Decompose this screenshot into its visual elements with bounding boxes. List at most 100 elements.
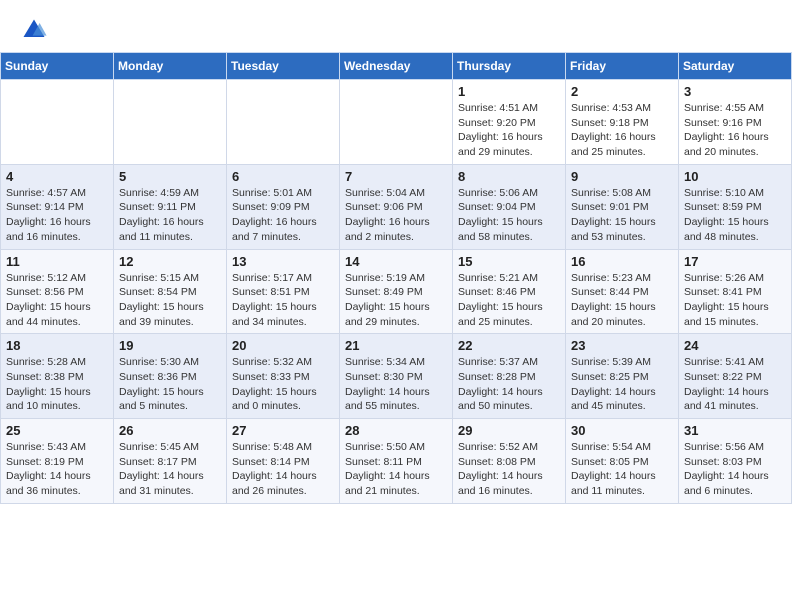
day-number: 13 — [232, 254, 334, 269]
day-number: 25 — [6, 423, 108, 438]
logo — [20, 16, 52, 44]
calendar-cell: 5 Sunrise: 4:59 AM Sunset: 9:11 PM Daylig… — [114, 164, 227, 249]
day-info: Sunrise: 5:28 AM Sunset: 8:38 PM Dayligh… — [6, 355, 108, 414]
day-info: Sunrise: 4:55 AM Sunset: 9:16 PM Dayligh… — [684, 101, 786, 160]
day-number: 9 — [571, 169, 673, 184]
calendar-cell: 29Sunrise: 5:52 AM Sunset: 8:08 PM Dayli… — [453, 419, 566, 504]
day-info: Sunrise: 5:34 AM Sunset: 8:30 PM Dayligh… — [345, 355, 447, 414]
calendar-cell: 1 Sunrise: 4:51 AM Sunset: 9:20 PM Daylig… — [453, 80, 566, 165]
day-number: 2 — [571, 84, 673, 99]
day-number: 21 — [345, 338, 447, 353]
day-info: Sunrise: 5:30 AM Sunset: 8:36 PM Dayligh… — [119, 355, 221, 414]
day-number: 18 — [6, 338, 108, 353]
day-number: 4 — [6, 169, 108, 184]
calendar-cell: 4Sunrise: 4:57 AM Sunset: 9:14 PM Daylig… — [1, 164, 114, 249]
day-number: 28 — [345, 423, 447, 438]
day-info: Sunrise: 5:06 AM Sunset: 9:04 PM Dayligh… — [458, 186, 560, 245]
day-number: 10 — [684, 169, 786, 184]
day-number: 6 — [232, 169, 334, 184]
day-info: Sunrise: 5:04 AM Sunset: 9:06 PM Dayligh… — [345, 186, 447, 245]
day-info: Sunrise: 5:26 AM Sunset: 8:41 PM Dayligh… — [684, 271, 786, 330]
day-number: 29 — [458, 423, 560, 438]
day-info: Sunrise: 5:39 AM Sunset: 8:25 PM Dayligh… — [571, 355, 673, 414]
calendar-cell: 11 Sunrise: 5:12 AM Sunset: 8:56 PM Dayli… — [1, 249, 114, 334]
calendar-cell — [227, 80, 340, 165]
day-number: 1 — [458, 84, 560, 99]
day-number: 17 — [684, 254, 786, 269]
calendar-cell: 21 Sunrise: 5:34 AM Sunset: 8:30 PM Dayli… — [340, 334, 453, 419]
day-info: Sunrise: 4:53 AM Sunset: 9:18 PM Dayligh… — [571, 101, 673, 160]
day-number: 19 — [119, 338, 221, 353]
calendar-cell: 30Sunrise: 5:54 AM Sunset: 8:05 PM Dayli… — [566, 419, 679, 504]
day-info: Sunrise: 5:08 AM Sunset: 9:01 PM Dayligh… — [571, 186, 673, 245]
calendar-cell: 31 Sunrise: 5:56 AM Sunset: 8:03 PM Dayli… — [679, 419, 792, 504]
calendar-week-row: 1 Sunrise: 4:51 AM Sunset: 9:20 PM Daylig… — [1, 80, 792, 165]
calendar-cell: 14 Sunrise: 5:19 AM Sunset: 8:49 PM Dayli… — [340, 249, 453, 334]
day-number: 31 — [684, 423, 786, 438]
day-info: Sunrise: 5:12 AM Sunset: 8:56 PM Dayligh… — [6, 271, 108, 330]
calendar-cell: 22 Sunrise: 5:37 AM Sunset: 8:28 PM Dayli… — [453, 334, 566, 419]
calendar-header-cell: Thursday — [453, 53, 566, 80]
calendar-cell: 15Sunrise: 5:21 AM Sunset: 8:46 PM Dayli… — [453, 249, 566, 334]
calendar-cell — [1, 80, 114, 165]
day-number: 5 — [119, 169, 221, 184]
calendar-cell: 23 Sunrise: 5:39 AM Sunset: 8:25 PM Dayli… — [566, 334, 679, 419]
calendar-cell: 6 Sunrise: 5:01 AM Sunset: 9:09 PM Daylig… — [227, 164, 340, 249]
calendar-cell: 19 Sunrise: 5:30 AM Sunset: 8:36 PM Dayli… — [114, 334, 227, 419]
day-info: Sunrise: 4:51 AM Sunset: 9:20 PM Dayligh… — [458, 101, 560, 160]
calendar-cell: 3 Sunrise: 4:55 AM Sunset: 9:16 PM Daylig… — [679, 80, 792, 165]
day-info: Sunrise: 5:43 AM Sunset: 8:19 PM Dayligh… — [6, 440, 108, 499]
day-info: Sunrise: 5:17 AM Sunset: 8:51 PM Dayligh… — [232, 271, 334, 330]
day-info: Sunrise: 5:10 AM Sunset: 8:59 PM Dayligh… — [684, 186, 786, 245]
calendar-cell: 2 Sunrise: 4:53 AM Sunset: 9:18 PM Daylig… — [566, 80, 679, 165]
calendar-cell: 28 Sunrise: 5:50 AM Sunset: 8:11 PM Dayli… — [340, 419, 453, 504]
calendar-cell: 25 Sunrise: 5:43 AM Sunset: 8:19 PM Dayli… — [1, 419, 114, 504]
day-info: Sunrise: 5:50 AM Sunset: 8:11 PM Dayligh… — [345, 440, 447, 499]
calendar-cell: 12Sunrise: 5:15 AM Sunset: 8:54 PM Dayli… — [114, 249, 227, 334]
day-number: 24 — [684, 338, 786, 353]
day-number: 26 — [119, 423, 221, 438]
header — [0, 0, 792, 52]
day-number: 27 — [232, 423, 334, 438]
calendar-cell: 17 Sunrise: 5:26 AM Sunset: 8:41 PM Dayli… — [679, 249, 792, 334]
calendar-week-row: 4Sunrise: 4:57 AM Sunset: 9:14 PM Daylig… — [1, 164, 792, 249]
day-number: 3 — [684, 84, 786, 99]
calendar-cell: 20Sunrise: 5:32 AM Sunset: 8:33 PM Dayli… — [227, 334, 340, 419]
calendar-cell: 24 Sunrise: 5:41 AM Sunset: 8:22 PM Dayli… — [679, 334, 792, 419]
calendar-week-row: 18 Sunrise: 5:28 AM Sunset: 8:38 PM Dayli… — [1, 334, 792, 419]
day-info: Sunrise: 5:41 AM Sunset: 8:22 PM Dayligh… — [684, 355, 786, 414]
calendar-cell: 9 Sunrise: 5:08 AM Sunset: 9:01 PM Daylig… — [566, 164, 679, 249]
day-info: Sunrise: 4:59 AM Sunset: 9:11 PM Dayligh… — [119, 186, 221, 245]
calendar-cell: 27 Sunrise: 5:48 AM Sunset: 8:14 PM Dayli… — [227, 419, 340, 504]
calendar-cell: 10 Sunrise: 5:10 AM Sunset: 8:59 PM Dayli… — [679, 164, 792, 249]
day-info: Sunrise: 5:56 AM Sunset: 8:03 PM Dayligh… — [684, 440, 786, 499]
day-number: 30 — [571, 423, 673, 438]
day-info: Sunrise: 5:19 AM Sunset: 8:49 PM Dayligh… — [345, 271, 447, 330]
calendar-header-cell: Saturday — [679, 53, 792, 80]
logo-icon — [20, 16, 48, 44]
day-info: Sunrise: 5:01 AM Sunset: 9:09 PM Dayligh… — [232, 186, 334, 245]
day-number: 23 — [571, 338, 673, 353]
day-number: 7 — [345, 169, 447, 184]
day-info: Sunrise: 5:37 AM Sunset: 8:28 PM Dayligh… — [458, 355, 560, 414]
calendar-cell: 18 Sunrise: 5:28 AM Sunset: 8:38 PM Dayli… — [1, 334, 114, 419]
day-info: Sunrise: 5:48 AM Sunset: 8:14 PM Dayligh… — [232, 440, 334, 499]
calendar-cell: 13 Sunrise: 5:17 AM Sunset: 8:51 PM Dayli… — [227, 249, 340, 334]
day-info: Sunrise: 5:23 AM Sunset: 8:44 PM Dayligh… — [571, 271, 673, 330]
calendar-header-cell: Sunday — [1, 53, 114, 80]
calendar-cell — [114, 80, 227, 165]
day-number: 11 — [6, 254, 108, 269]
calendar-header-cell: Tuesday — [227, 53, 340, 80]
day-number: 15 — [458, 254, 560, 269]
calendar-week-row: 11 Sunrise: 5:12 AM Sunset: 8:56 PM Dayli… — [1, 249, 792, 334]
day-number: 22 — [458, 338, 560, 353]
day-info: Sunrise: 5:15 AM Sunset: 8:54 PM Dayligh… — [119, 271, 221, 330]
calendar-week-row: 25 Sunrise: 5:43 AM Sunset: 8:19 PM Dayli… — [1, 419, 792, 504]
calendar-header-row: SundayMondayTuesdayWednesdayThursdayFrid… — [1, 53, 792, 80]
calendar-cell: 16Sunrise: 5:23 AM Sunset: 8:44 PM Dayli… — [566, 249, 679, 334]
day-info: Sunrise: 5:32 AM Sunset: 8:33 PM Dayligh… — [232, 355, 334, 414]
calendar-cell — [340, 80, 453, 165]
day-number: 14 — [345, 254, 447, 269]
day-info: Sunrise: 5:45 AM Sunset: 8:17 PM Dayligh… — [119, 440, 221, 499]
calendar-header-cell: Monday — [114, 53, 227, 80]
